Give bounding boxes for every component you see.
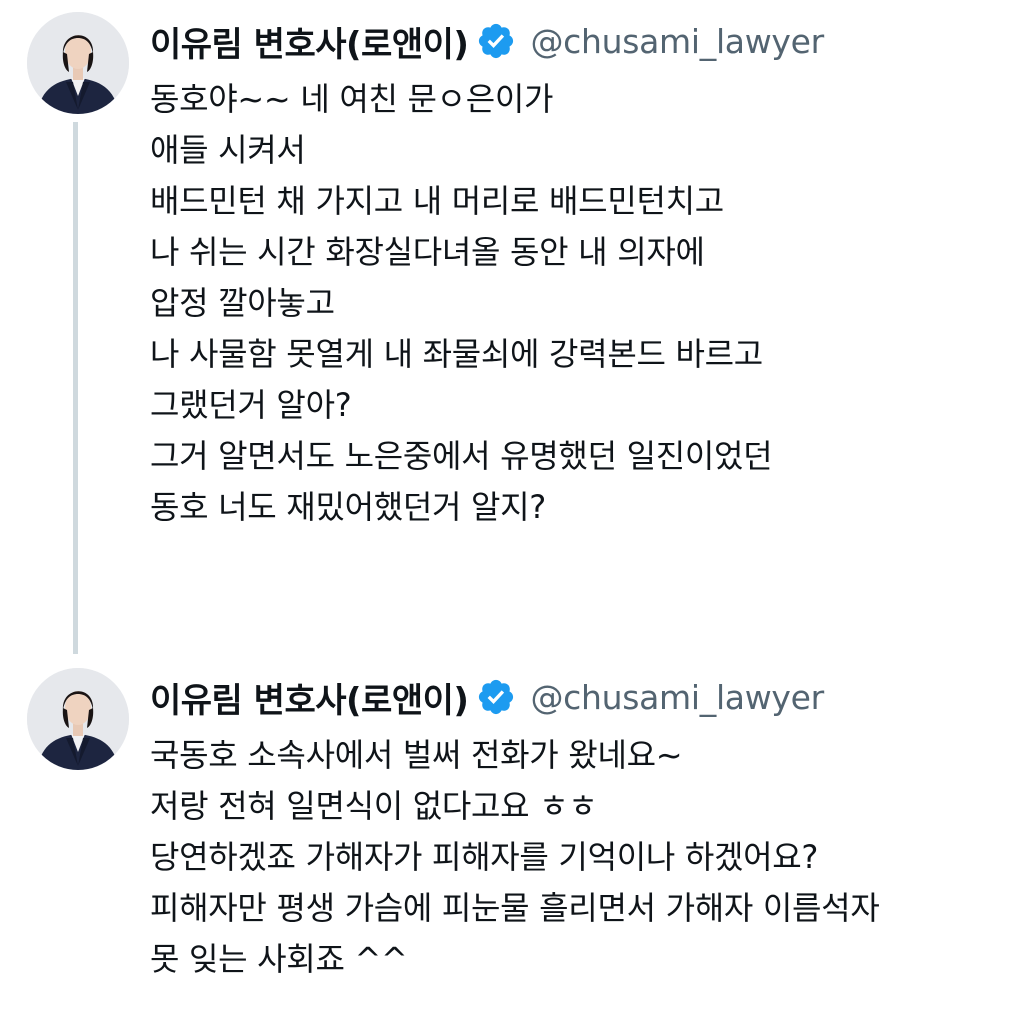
verified-badge-icon[interactable] xyxy=(476,677,516,717)
tweet-text-line: 애들 시켜서 xyxy=(150,131,306,169)
tweet-text-line: 배드민턴 채 가지고 내 머리로 배드민턴치고 xyxy=(150,182,724,220)
author-handle[interactable]: @chusami_lawyer xyxy=(530,678,824,717)
tweet-text: 동호야~~ 네 여친 문ㅇ은이가 애들 시켜서 배드민턴 채 가지고 내 머리로… xyxy=(150,74,1010,533)
tweet-text-line: 동호 너도 재밌어했던거 알지? xyxy=(150,488,546,526)
tweet-text-line: 못 잊는 사회죠 ^^ xyxy=(150,940,408,978)
tweet-text-line: 피해자만 평생 가슴에 피눈물 흘리면서 가해자 이름석자 xyxy=(150,889,880,927)
tweet-text-line: 국동호 소속사에서 벌써 전화가 왔네요~ xyxy=(150,736,683,774)
author-name[interactable]: 이유림 변호사(로앤이) xyxy=(150,673,469,722)
tweet-text-line: 나 사물함 못열게 내 좌물쇠에 강력본드 바르고 xyxy=(150,335,763,373)
tweet-text-line: 저랑 전혀 일면식이 없다고요 ㅎㅎ xyxy=(150,787,598,825)
tweet-text-line: 압정 깔아놓고 xyxy=(150,284,335,322)
tweet-text-line: 나 쉬는 시간 화장실다녀올 동안 내 의자에 xyxy=(150,233,705,271)
avatar[interactable] xyxy=(27,668,129,770)
tweet-text-line: 그랬던거 알아? xyxy=(150,386,352,424)
tweet-header: 이유림 변호사(로앤이) @chusami_lawyer xyxy=(150,16,824,66)
tweet-text: 국동호 소속사에서 벌써 전화가 왔네요~ 저랑 전혀 일면식이 없다고요 ㅎㅎ… xyxy=(150,730,1010,985)
verified-badge-icon[interactable] xyxy=(476,21,516,61)
author-name[interactable]: 이유림 변호사(로앤이) xyxy=(150,17,469,66)
tweet-thread: 이유림 변호사(로앤이) @chusami_lawyer 동호야~~ 네 여친 … xyxy=(0,0,1024,1014)
tweet-text-line: 그거 알면서도 노은중에서 유명했던 일진이었던 xyxy=(150,437,773,475)
tweet-header: 이유림 변호사(로앤이) @chusami_lawyer xyxy=(150,672,824,722)
avatar[interactable] xyxy=(27,12,129,114)
tweet-text-line: 동호야~~ 네 여친 문ㅇ은이가 xyxy=(150,80,554,118)
author-handle[interactable]: @chusami_lawyer xyxy=(530,22,824,61)
tweet-text-line: 당연하겠죠 가해자가 피해자를 기억이나 하겠어요? xyxy=(150,838,819,876)
thread-connector-line xyxy=(73,122,78,654)
